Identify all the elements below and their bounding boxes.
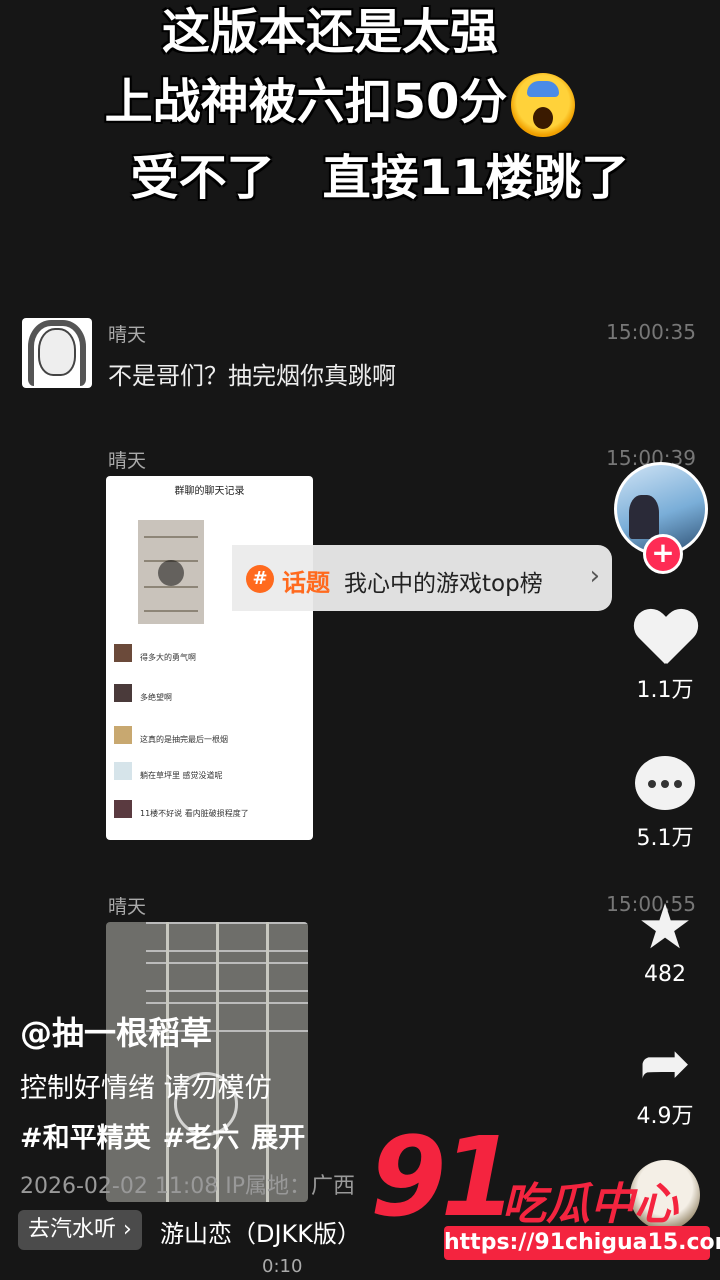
comment-icon [635,756,695,810]
chat-history-card[interactable]: 群聊的聊天记录 得多大的勇气啊 多绝望啊 这真的是抽完最后一根烟 躺在草坪里 感… [106,476,313,840]
like-button[interactable]: 1.1万 [620,610,710,704]
music-app-label: 去汽水听 [28,1217,117,1242]
post-tags: #和平精英 #老六 展开 [20,1116,317,1155]
video-thumbnail [138,520,204,624]
favorite-button[interactable]: ★ 482 [620,890,710,988]
hashtag-link[interactable]: #和平精英 [20,1123,151,1154]
music-app-link[interactable]: 去汽水听 › [18,1210,142,1250]
headline-line-1: 这版本还是太强 [161,4,498,60]
topic-link[interactable]: # 话题 我心中的游戏top榜 › [232,545,612,611]
card-row: 得多大的勇气啊 [114,642,304,666]
card-row: 多绝望啊 [114,682,304,706]
card-row: 躺在草坪里 感觉没道呢 [114,760,304,784]
watermark-name: 吃瓜中心 [502,1179,678,1230]
scream-emoji-icon [511,73,576,137]
star-icon: ★ [637,890,693,963]
comment-button[interactable]: 5.1万 [620,756,710,852]
card-row: 11楼不好说 看内脏破损程度了 [114,798,304,822]
chat-message-text: 不是哥们？抽完烟你真跳啊 [108,362,396,390]
play-icon [158,560,184,586]
like-count: 1.1万 [636,678,694,703]
chat-video-message[interactable] [106,922,308,1202]
favorite-count: 482 [644,962,686,987]
topic-name: 我心中的游戏top榜 [344,571,543,597]
share-count: 4.9万 [636,1104,694,1129]
expand-link[interactable]: 展开 [251,1123,305,1154]
post-ip: IP属地：广西 [225,1174,356,1199]
chat-sender: 晴天 [108,324,147,346]
playback-time: 0:10 [262,1256,303,1277]
post-date: 2026-02-02 11:08 [20,1174,219,1199]
share-arrow-icon: ➦ [639,1026,691,1099]
chat-avatar [22,318,92,388]
hashtag-icon: # [246,565,274,593]
chat-sender: 晴天 [108,896,147,918]
share-button[interactable]: ➦ 4.9万 [620,1030,710,1130]
comment-count: 5.1万 [636,826,694,851]
heart-icon [633,610,697,670]
topic-label: 话题 [282,569,330,597]
chat-time: 15:00:35 [606,320,696,344]
card-row: 这真的是抽完最后一根烟 [114,724,304,748]
watermark-url: https://91chigua15.com [444,1226,720,1260]
follow-plus-button[interactable]: + [643,534,683,574]
post-meta: 2026-02-02 11:08 IP属地：广西 [20,1168,355,1200]
watermark-number: 91 [370,1113,517,1241]
watermark: 91 吃瓜中心 https://91chigua15.com [370,1122,720,1260]
author-name[interactable]: @抽一根稻草 [20,1008,212,1054]
chevron-right-icon: › [589,561,600,591]
post-description: 控制好情绪 请勿模仿 [20,1073,272,1104]
headline-line-2-text: 上战神被六扣50分 [104,74,508,130]
card-title: 群聊的聊天记录 [174,486,245,497]
headline-line-2: 上战神被六扣50分 [0,72,700,137]
music-title[interactable]: 游山恋（DJKK版） [160,1214,361,1249]
hashtag-link[interactable]: #老六 [163,1123,240,1154]
chat-sender: 晴天 [108,450,147,472]
headline-line-3: 受不了 直接11楼跳了 [130,150,630,206]
